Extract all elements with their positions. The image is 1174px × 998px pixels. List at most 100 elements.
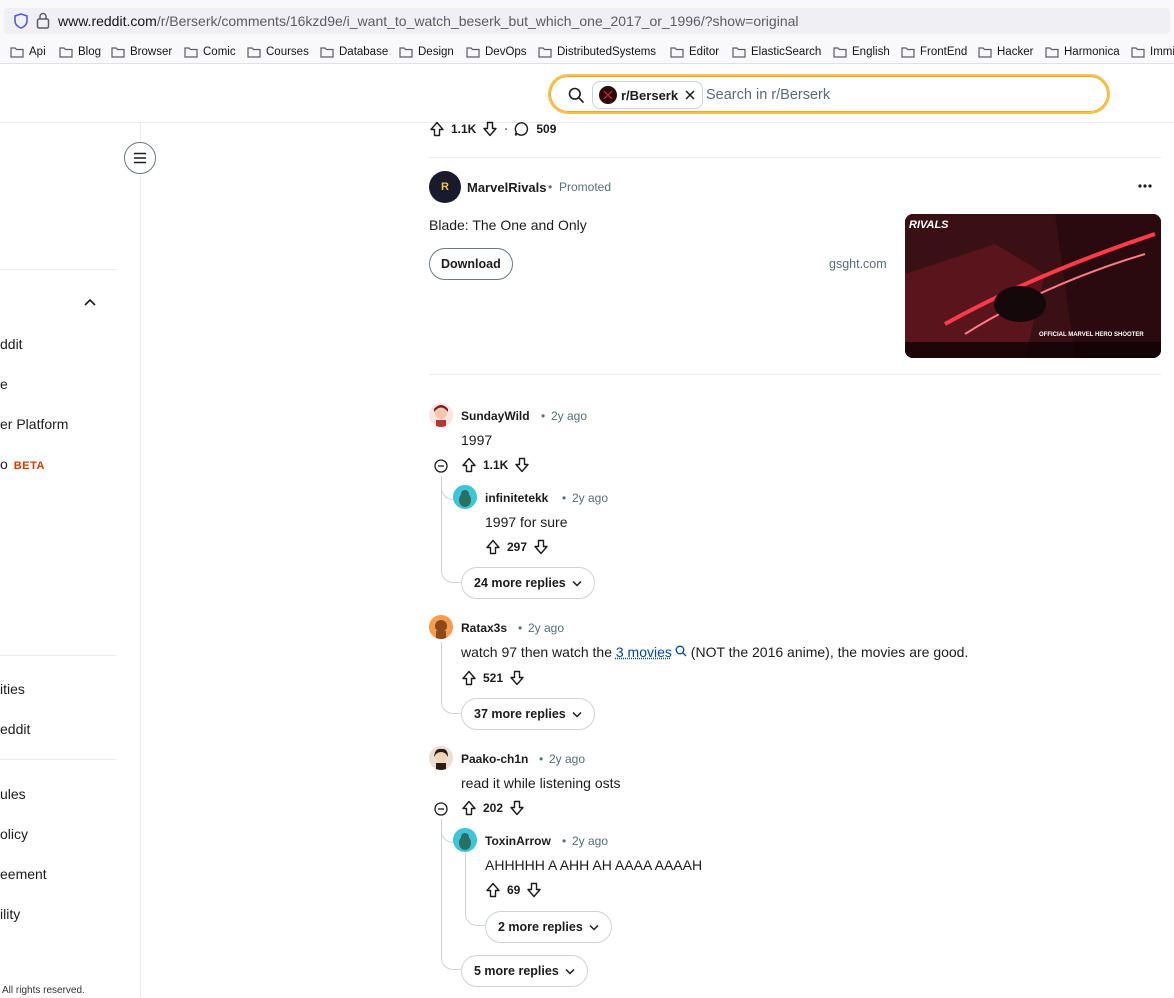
url-text[interactable]: www.reddit.com/r/Berserk/comments/16kzd9… xyxy=(58,13,799,29)
comment-body: AHHHHH A AHH AH AAAA AAAAH xyxy=(485,857,703,873)
comment-icon[interactable] xyxy=(514,121,530,137)
sidebar-item-agreement[interactable]: eement xyxy=(0,866,47,882)
downvote-icon[interactable] xyxy=(526,882,542,898)
more-replies-button[interactable]: 37 more replies xyxy=(461,698,595,730)
separator-dot: · xyxy=(504,122,509,136)
more-replies-button[interactable]: 5 more replies xyxy=(461,955,588,987)
thread-branch xyxy=(441,831,453,843)
avatar[interactable] xyxy=(453,828,477,852)
downvote-icon[interactable] xyxy=(482,121,498,137)
more-replies-label: 24 more replies xyxy=(474,576,566,590)
bookmark-elasticsearch[interactable]: ElasticSearch xyxy=(732,44,821,60)
more-options-icon[interactable] xyxy=(1137,183,1153,189)
upvote-icon[interactable] xyxy=(485,539,501,555)
collapse-sidebar-button[interactable] xyxy=(124,142,156,174)
comment-author[interactable]: Paako-ch1n xyxy=(461,752,528,766)
thread-branch xyxy=(441,954,461,970)
bookmark-harmonica[interactable]: Harmonica xyxy=(1045,44,1120,60)
bookmark-distributedsystems[interactable]: DistributedSystems xyxy=(538,44,656,60)
sidebar-item-6[interactable]: eddit xyxy=(0,721,30,737)
sidebar-item-2[interactable]: e xyxy=(0,376,8,392)
sidebar-item-1[interactable]: ddit xyxy=(0,336,23,352)
chevron-down-icon xyxy=(589,924,599,931)
comment-vote-row: 521 xyxy=(461,670,525,686)
comment-time[interactable]: 2y ago xyxy=(572,491,608,505)
downvote-icon[interactable] xyxy=(533,539,549,555)
subreddit-chip[interactable]: r/Berserk xyxy=(592,81,704,109)
comment-author[interactable]: SundayWild xyxy=(461,409,530,423)
sidebar-item-policy[interactable]: olicy xyxy=(0,826,28,842)
download-button[interactable]: Download xyxy=(429,248,513,280)
downvote-icon[interactable] xyxy=(514,457,530,473)
more-replies-button[interactable]: 2 more replies xyxy=(485,911,612,943)
upvote-icon[interactable] xyxy=(461,457,477,473)
advertiser-avatar[interactable]: R xyxy=(429,171,461,203)
upvote-icon[interactable] xyxy=(461,800,477,816)
close-icon[interactable] xyxy=(684,89,696,101)
upvote-icon[interactable] xyxy=(461,670,477,686)
bookmark-courses[interactable]: Courses xyxy=(247,44,309,60)
collapse-thread-icon[interactable] xyxy=(434,802,448,816)
comment-time[interactable]: 2y ago xyxy=(549,752,585,766)
folder-icon xyxy=(978,47,992,58)
ad-domain[interactable]: gsght.com xyxy=(829,257,887,271)
comment-author[interactable]: ToxinArrow xyxy=(485,834,551,848)
bookmark-api[interactable]: Api xyxy=(10,44,46,60)
downvote-icon[interactable] xyxy=(509,670,525,686)
post-upvote-count: 1.1K xyxy=(451,122,477,136)
avatar[interactable] xyxy=(429,746,453,770)
comment-time[interactable]: 2y ago xyxy=(572,834,608,848)
thread-line[interactable] xyxy=(441,819,442,955)
downvote-icon[interactable] xyxy=(509,800,525,816)
upvote-icon[interactable] xyxy=(485,882,501,898)
avatar[interactable] xyxy=(429,615,453,639)
lock-icon[interactable] xyxy=(36,12,50,29)
vote-count: 1.1K xyxy=(483,458,509,472)
shield-icon[interactable] xyxy=(14,13,28,29)
bookmark-label: English xyxy=(852,46,890,58)
search-input[interactable]: Search in r/Berserk xyxy=(706,87,830,103)
bookmark-browser[interactable]: Browser xyxy=(111,44,172,60)
bookmark-database[interactable]: Database xyxy=(320,44,388,60)
bookmark-design[interactable]: Design xyxy=(399,44,454,60)
sidebar-item-4[interactable]: o BETA xyxy=(0,456,45,472)
thread-branch xyxy=(441,488,453,500)
sidebar-item-rules[interactable]: ules xyxy=(0,786,26,802)
thread-branch xyxy=(441,698,461,714)
comment-time[interactable]: 2y ago xyxy=(528,621,564,635)
bookmark-label: DistributedSystems xyxy=(557,46,657,58)
comment-time[interactable]: 2y ago xyxy=(551,409,587,423)
chevron-up-icon[interactable] xyxy=(83,297,97,307)
avatar[interactable] xyxy=(429,403,453,427)
bookmark-english[interactable]: English xyxy=(833,44,890,60)
bookmark-comic[interactable]: Comic xyxy=(184,44,236,60)
avatar[interactable] xyxy=(453,485,477,509)
collapse-thread-icon[interactable] xyxy=(434,459,448,473)
more-replies-button[interactable]: 24 more replies xyxy=(461,567,595,599)
thread-line[interactable] xyxy=(465,853,466,910)
bookmark-label: Api xyxy=(29,46,46,58)
advertiser-name[interactable]: MarvelRivals xyxy=(467,180,547,195)
comment-author[interactable]: Ratax3s xyxy=(461,621,507,635)
bookmark-immi[interactable]: Immi xyxy=(1131,44,1174,60)
sidebar-item-accessibility[interactable]: ility xyxy=(0,906,20,922)
bookmark-label: ElasticSearch xyxy=(751,46,822,58)
bookmark-hacker[interactable]: Hacker xyxy=(978,44,1033,60)
ad-title[interactable]: Blade: The One and Only xyxy=(429,217,587,233)
bookmark-blog[interactable]: Blog xyxy=(59,44,101,60)
sidebar-item-5[interactable]: ities xyxy=(0,681,25,697)
upvote-icon[interactable] xyxy=(429,121,445,137)
bookmark-devops[interactable]: DevOps xyxy=(466,44,527,60)
bookmark-label: Blog xyxy=(78,46,102,58)
comment-author[interactable]: infinitetekk xyxy=(485,491,548,505)
sidebar-item-3[interactable]: er Platform xyxy=(0,416,68,432)
search-bar[interactable]: r/Berserk Search in r/Berserk xyxy=(548,74,1110,114)
thread-line[interactable] xyxy=(441,642,442,698)
search-link[interactable]: 3 movies xyxy=(616,644,687,660)
bookmark-frontend[interactable]: FrontEnd xyxy=(901,44,967,60)
bookmark-editor[interactable]: Editor xyxy=(670,44,719,60)
ad-thumbnail[interactable]: RIVALS OFFICIAL MARVEL HERO SHOOTER xyxy=(905,214,1161,358)
comment-text: watch 97 then watch the xyxy=(461,644,616,660)
ad-thumb-caption: OFFICIAL MARVEL HERO SHOOTER xyxy=(1039,332,1144,338)
separator-dot: • xyxy=(539,752,544,766)
